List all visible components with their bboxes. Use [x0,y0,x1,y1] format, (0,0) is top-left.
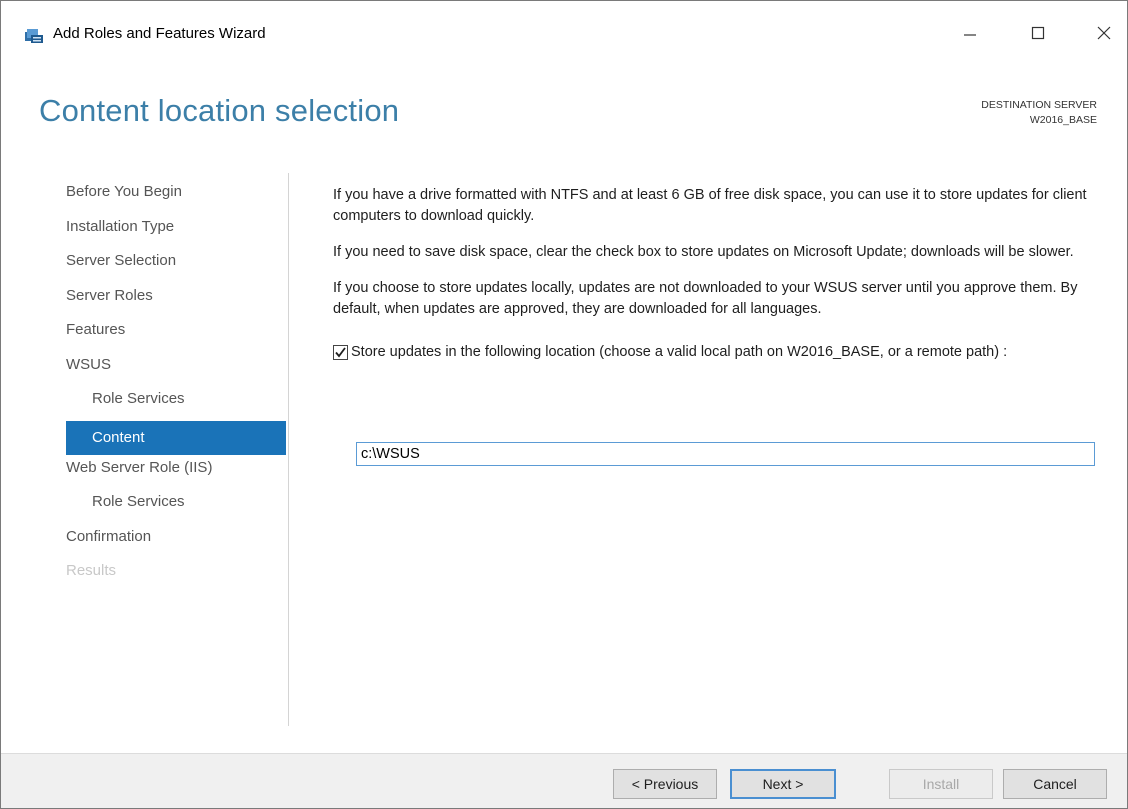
nav-item-results: Results [66,562,117,579]
nav-item-features[interactable]: Features [66,317,286,352]
nav-item-server-roles[interactable]: Server Roles [66,283,286,318]
nav-item-wsus[interactable]: WSUS [66,352,286,387]
nav-item-iis-role-services[interactable]: Role Services [66,489,286,524]
wizard-footer: < Previous Next > Install Cancel [1,753,1127,808]
nav-item-content[interactable]: Content [66,420,286,455]
minimize-icon [963,26,977,45]
destination-server-name: W2016_BASE [1029,114,1097,126]
description-paragraph-3: If you choose to store updates locally, … [333,280,1078,317]
previous-button[interactable]: < Previous [613,769,717,799]
nav-item-installation-type[interactable]: Installation Type [66,214,286,249]
destination-label: DESTINATION SERVER [981,99,1097,111]
close-button[interactable] [1081,15,1127,55]
content-path-input[interactable] [356,442,1095,466]
server-manager-icon [25,29,43,43]
nav-item-wsus-role-services[interactable]: Role Services [66,386,286,421]
close-icon [1097,26,1111,45]
destination-server-info: DESTINATION SERVER W2016_BASE [981,98,1097,128]
nav-divider [288,173,289,726]
nav-item-web-server-role[interactable]: Web Server Role (IIS) [66,455,286,490]
next-button[interactable]: Next > [730,769,836,799]
description-paragraph-1: If you have a drive formatted with NTFS … [333,187,1087,224]
wizard-window: Add Roles and Features Wizard Content lo… [0,0,1128,809]
page-title: Content location selection [39,93,400,128]
nav-item-server-selection[interactable]: Server Selection [66,248,286,283]
store-updates-checkbox[interactable] [333,345,348,360]
store-updates-label[interactable]: Store updates in the following location … [351,342,1007,363]
wizard-nav: Before You Begin Installation Type Serve… [66,179,286,593]
description-paragraph-2: If you need to save disk space, clear th… [333,244,1074,260]
minimize-button[interactable] [947,15,993,55]
content-pane: If you have a drive formatted with NTFS … [333,185,1098,363]
window-title: Add Roles and Features Wizard [53,25,266,42]
cancel-button[interactable]: Cancel [1003,769,1107,799]
store-updates-option: Store updates in the following location … [333,342,1098,363]
nav-item-before-you-begin[interactable]: Before You Begin [66,179,286,214]
title-bar: Add Roles and Features Wizard [1,1,1127,65]
maximize-button[interactable] [1015,15,1061,55]
nav-item-confirmation[interactable]: Confirmation [66,524,286,559]
install-button: Install [889,769,993,799]
maximize-icon [1031,26,1045,45]
